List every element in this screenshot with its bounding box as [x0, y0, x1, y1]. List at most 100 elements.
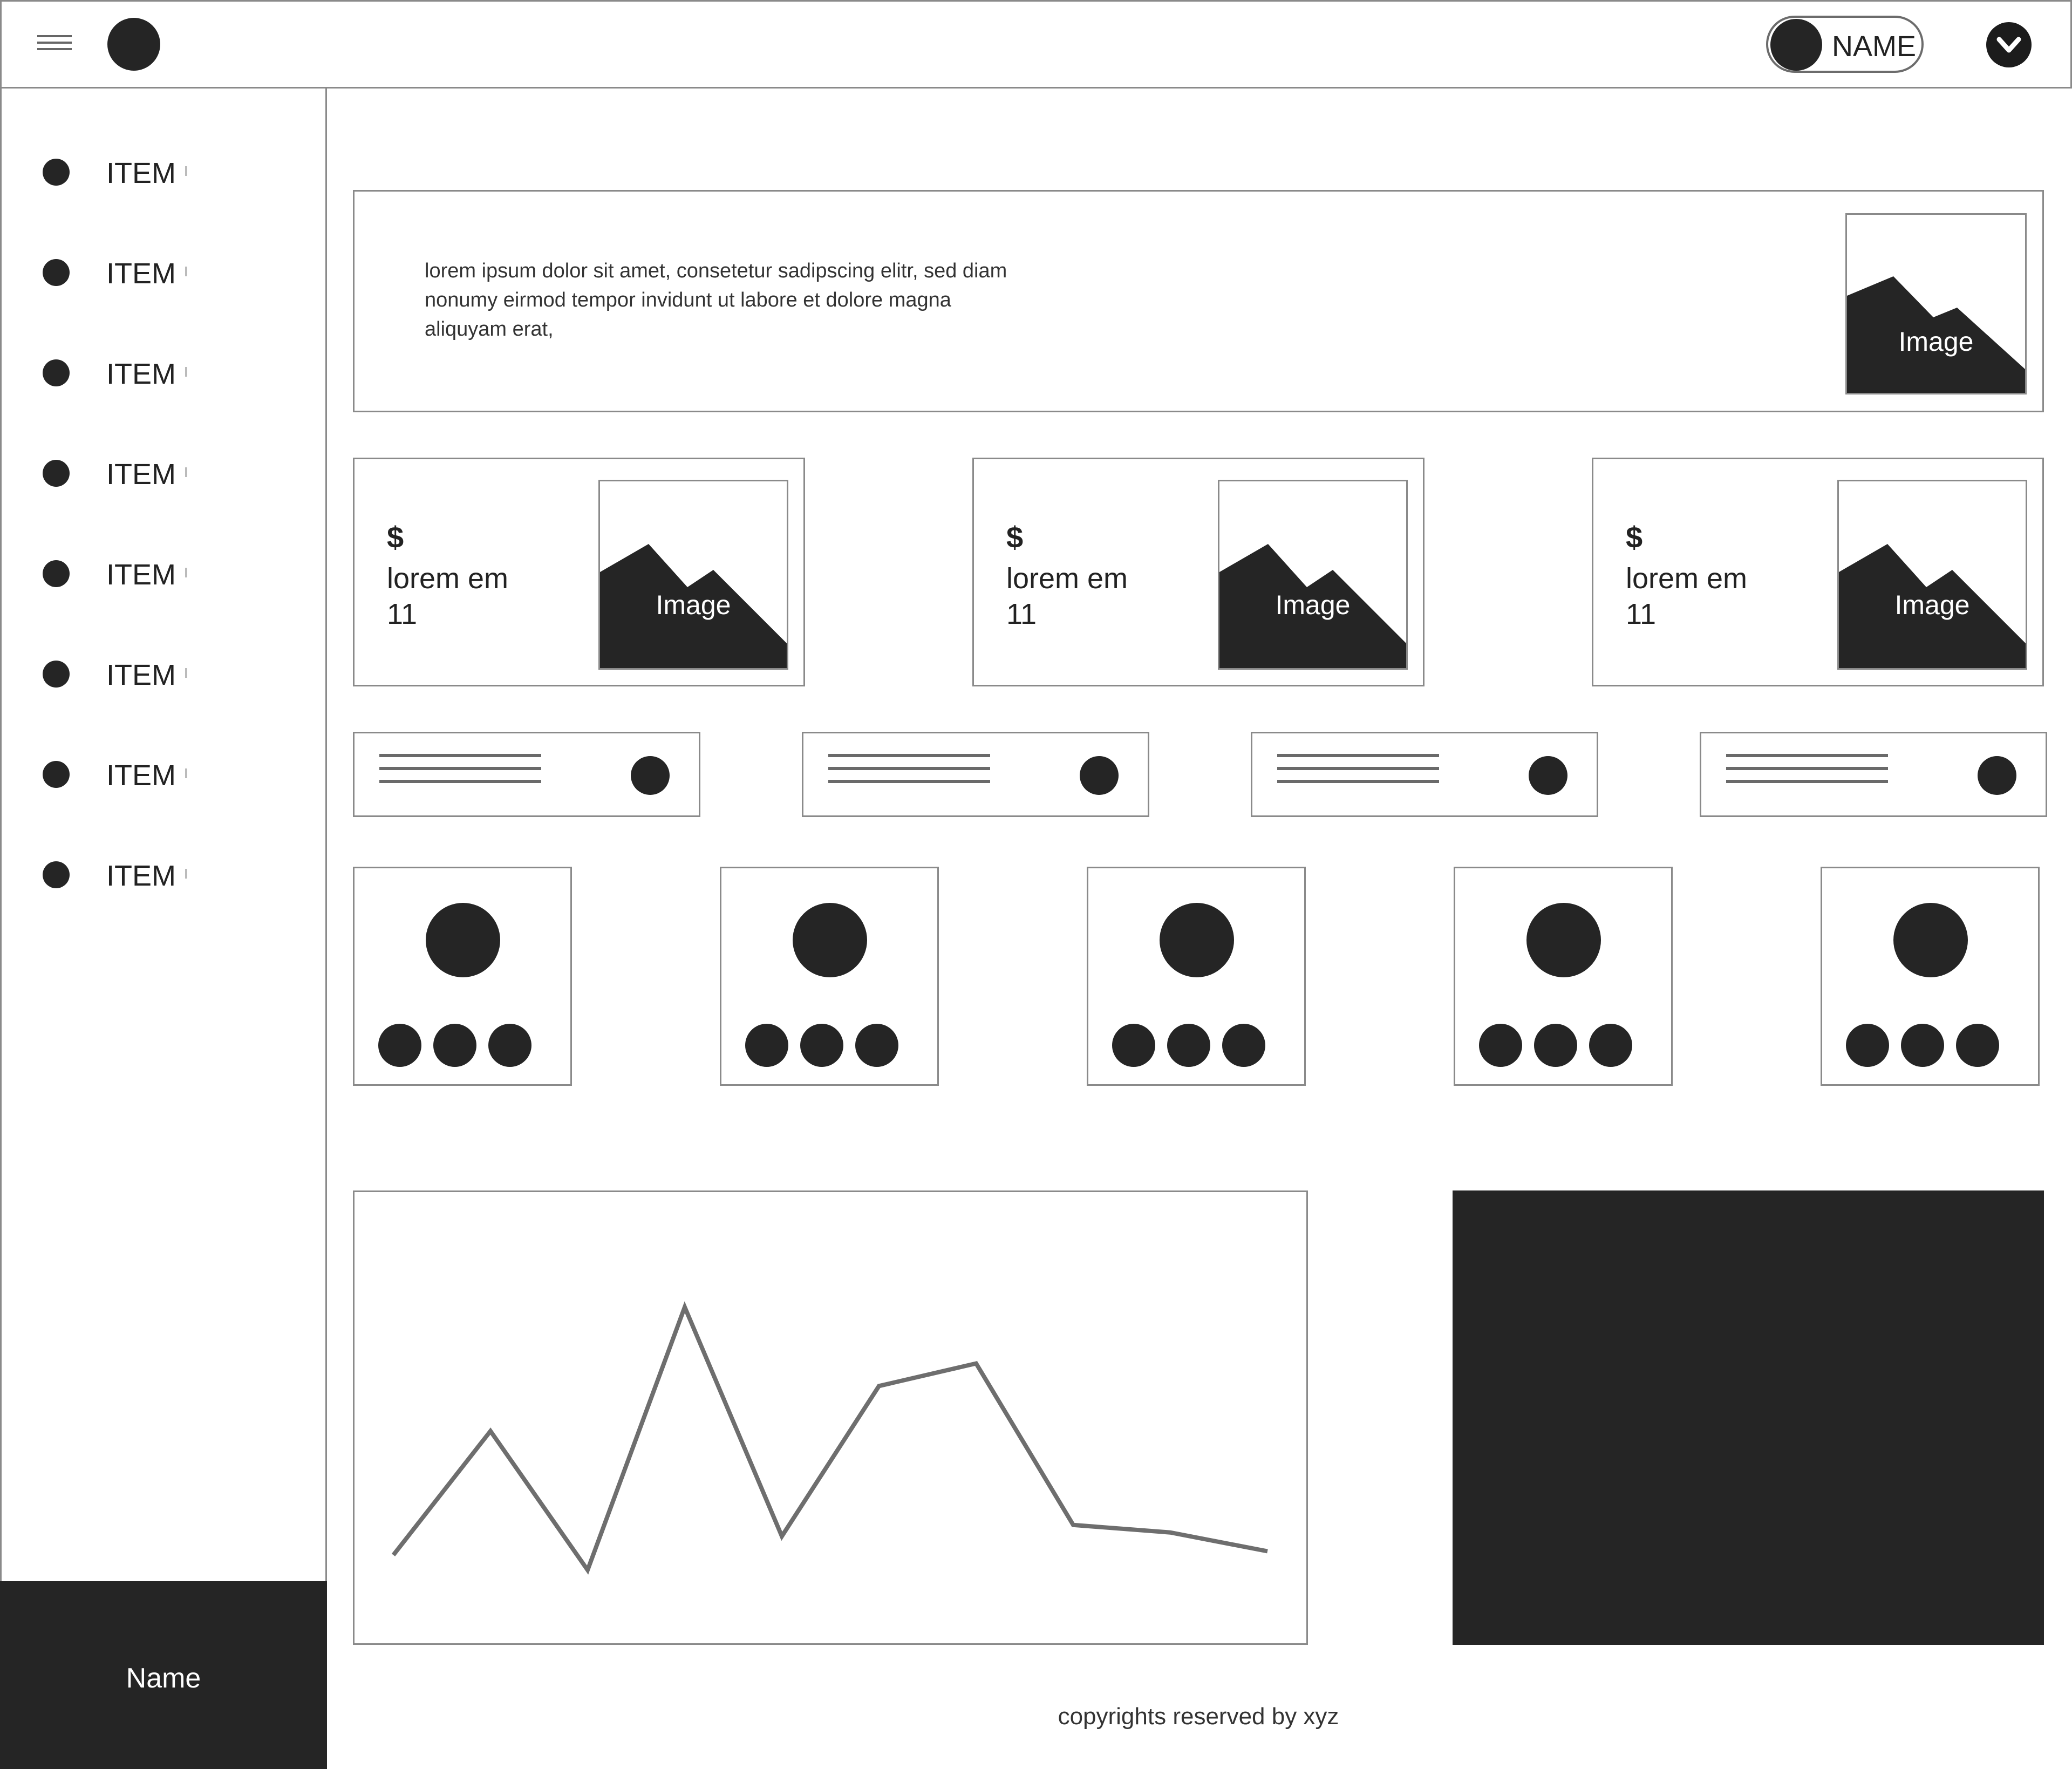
dot-icon — [1479, 1024, 1522, 1067]
dot-icon — [1589, 1024, 1632, 1067]
sidebar-item-label: ITEM — [106, 860, 176, 892]
image-label: Image — [1275, 590, 1351, 620]
image-placeholder: Image — [598, 480, 788, 670]
card-value: 11 — [1626, 598, 1657, 630]
text-line — [828, 767, 990, 770]
sidebar-item-marker — [185, 869, 187, 879]
text-line — [1726, 767, 1888, 770]
bullet-icon — [43, 661, 70, 688]
sidebar-item-marker — [185, 467, 187, 477]
dot-icon — [800, 1024, 843, 1067]
sidebar-footer-name: Name — [126, 1663, 201, 1694]
sidebar-item[interactable]: ITEM — [2, 548, 304, 597]
user-name: NAME — [1832, 30, 1917, 63]
text-line — [379, 767, 541, 770]
sidebar-footer[interactable]: Name — [0, 1581, 327, 1769]
text-line — [828, 780, 990, 783]
bullet-icon — [43, 560, 70, 587]
dot-icon — [1534, 1024, 1577, 1067]
image-placeholder: Image — [1837, 480, 2027, 670]
bullet-icon — [43, 259, 70, 286]
hamburger-icon — [37, 48, 72, 50]
sidebar-item-marker — [185, 166, 187, 176]
dot-icon — [378, 1024, 421, 1067]
icon-tile[interactable] — [1087, 867, 1306, 1086]
media-panel[interactable] — [1453, 1190, 2044, 1645]
image-placeholder: Image — [1845, 213, 2027, 394]
card-value: 11 — [387, 598, 418, 630]
text-line — [1277, 767, 1439, 770]
sidebar-item-marker — [185, 367, 187, 377]
product-card[interactable]: $ lorem em 11 Image — [972, 458, 1424, 686]
sidebar-item[interactable]: ITEM — [2, 348, 304, 396]
sidebar-item[interactable]: ITEM — [2, 448, 304, 496]
chevron-down-icon — [1996, 37, 2021, 53]
hamburger-icon — [37, 35, 72, 37]
status-dot-icon — [1080, 756, 1119, 795]
series-line — [391, 1301, 1268, 1575]
top-bar: NAME — [0, 0, 2072, 89]
image-placeholder: Image — [1218, 480, 1408, 670]
text-line-card[interactable] — [1700, 732, 2047, 817]
text-line-card[interactable] — [1251, 732, 1598, 817]
banner-text: lorem ipsum dolor sit amet, consetetur s… — [425, 260, 1007, 341]
bullet-icon — [43, 359, 70, 386]
text-line — [379, 780, 541, 783]
image-label: Image — [1894, 590, 1970, 620]
toggle-knob — [1770, 19, 1822, 71]
status-dot-icon — [1529, 756, 1567, 795]
sidebar-item[interactable]: ITEM — [2, 247, 304, 296]
image-label: Image — [1898, 326, 1974, 357]
text-line-card[interactable] — [802, 732, 1149, 817]
status-dot-icon — [1978, 756, 2016, 795]
dot-icon — [433, 1024, 476, 1067]
sidebar-item[interactable]: ITEM — [2, 147, 304, 195]
currency-symbol: $ — [1626, 520, 1643, 554]
sidebar-item-marker — [185, 568, 187, 577]
icon-tile[interactable] — [720, 867, 939, 1086]
card-title: lorem em — [1006, 562, 1128, 595]
banner-card: lorem ipsum dolor sit amet, consetetur s… — [353, 190, 2044, 412]
status-dot-icon — [631, 756, 670, 795]
line-chart[interactable] — [353, 1190, 1308, 1645]
product-card[interactable]: $ lorem em 11 Image — [1592, 458, 2044, 686]
avatar-icon — [1160, 903, 1234, 977]
dot-icon — [488, 1024, 531, 1067]
image-icon — [600, 544, 787, 668]
icon-tile[interactable] — [353, 867, 572, 1086]
avatar-icon — [793, 903, 867, 977]
text-line-card[interactable] — [353, 732, 700, 817]
avatar-icon — [1526, 903, 1601, 977]
sidebar-item-label: ITEM — [106, 659, 176, 691]
dropdown-button[interactable] — [1986, 22, 2032, 67]
sidebar-item[interactable]: ITEM — [2, 649, 304, 697]
product-card[interactable]: $ lorem em 11 Image — [353, 458, 805, 686]
dot-icon — [1167, 1024, 1210, 1067]
sidebar-item-label: ITEM — [106, 559, 176, 591]
bullet-icon — [43, 159, 70, 186]
user-toggle[interactable]: NAME — [1766, 16, 1924, 73]
text-line — [1277, 754, 1439, 757]
currency-symbol: $ — [387, 520, 404, 554]
icon-tile[interactable] — [1821, 867, 2040, 1086]
hamburger-icon — [37, 42, 72, 44]
dot-icon — [855, 1024, 898, 1067]
icon-tile[interactable] — [1454, 867, 1673, 1086]
bullet-icon — [43, 460, 70, 487]
text-line — [1277, 780, 1439, 783]
sidebar-item[interactable]: ITEM — [2, 749, 304, 798]
sidebar-item-label: ITEM — [106, 358, 176, 390]
currency-symbol: $ — [1006, 520, 1024, 554]
text-line — [1726, 780, 1888, 783]
image-label: Image — [656, 590, 731, 620]
dot-icon — [1112, 1024, 1155, 1067]
hamburger-menu-button[interactable] — [32, 26, 77, 61]
dot-icon — [1901, 1024, 1944, 1067]
sidebar-item-marker — [185, 267, 187, 276]
sidebar-item[interactable]: ITEM — [2, 849, 304, 898]
logo-icon[interactable] — [107, 18, 160, 71]
dot-icon — [745, 1024, 788, 1067]
text-line — [379, 754, 541, 757]
sidebar-item-label: ITEM — [106, 157, 176, 189]
sidebar-item-label: ITEM — [106, 257, 176, 290]
